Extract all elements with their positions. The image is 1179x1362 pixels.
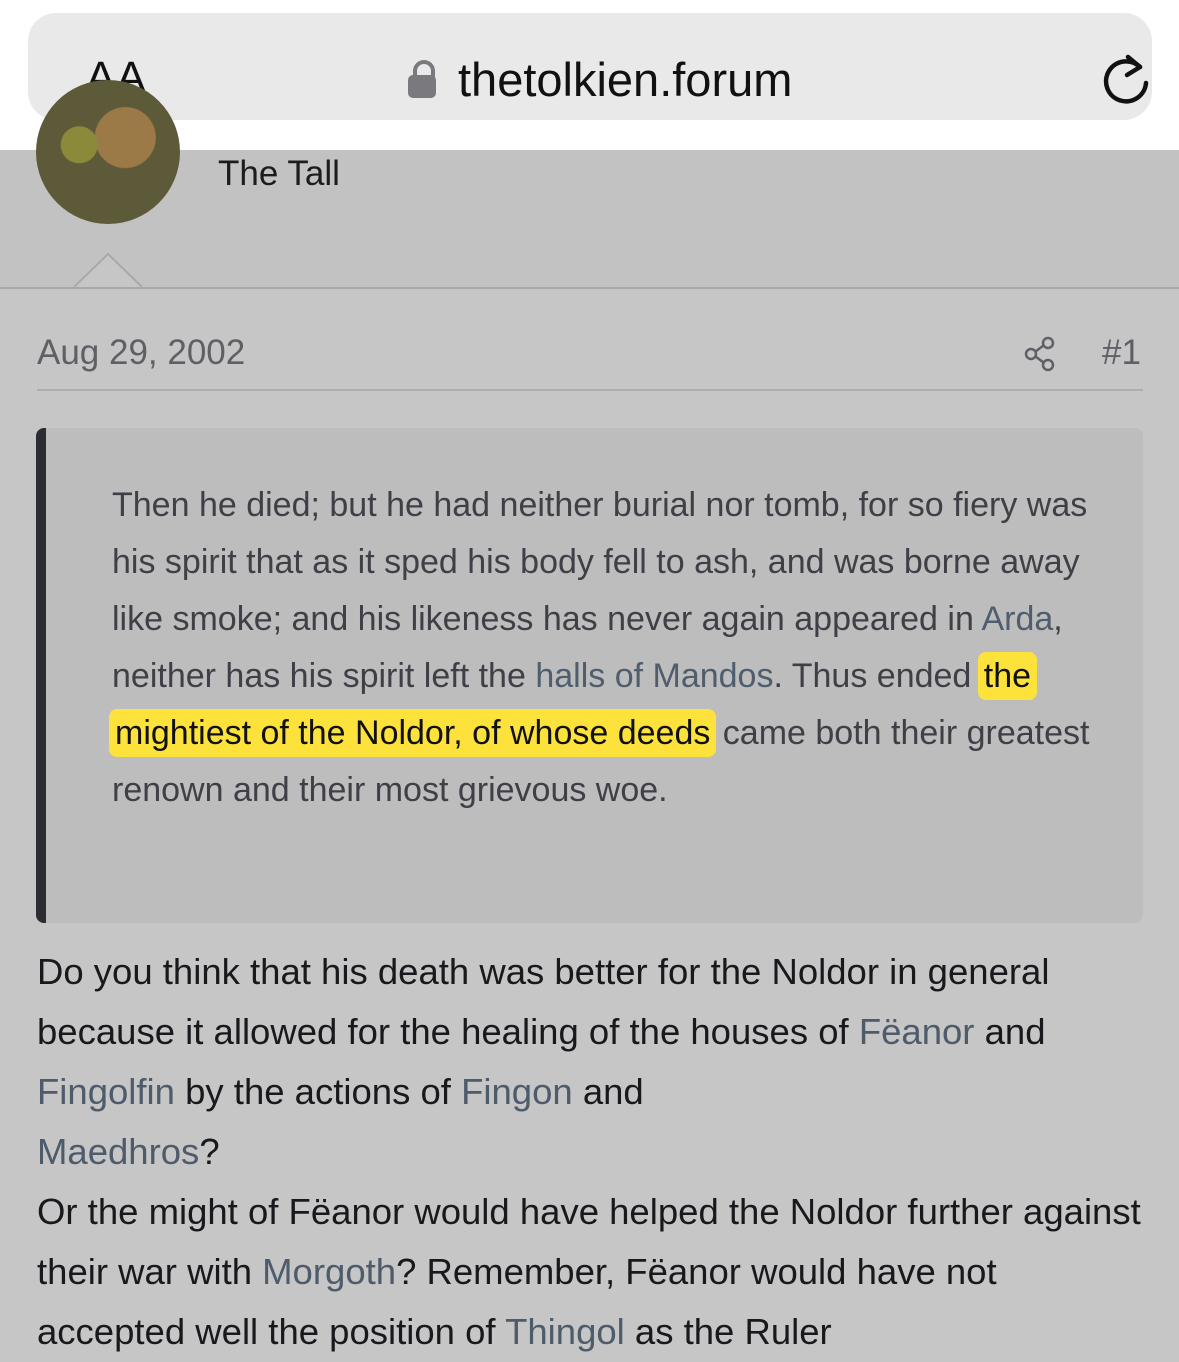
url-display[interactable]: thetolkien.forum [408,51,792,107]
address-bar[interactable]: AA thetolkien.forum [28,13,1152,120]
blockquote: Then he died; but he had neither burial … [36,428,1143,923]
link-halls-of-mandos[interactable]: halls of Mandos [535,657,773,695]
link-feanor[interactable]: Fëanor [859,1011,975,1052]
post-number[interactable]: #1 [1102,333,1141,373]
link-arda[interactable]: Arda [981,600,1053,638]
message-caret [74,252,143,288]
link-morgoth[interactable]: Morgoth [262,1251,396,1292]
divider [37,389,1143,391]
author-profile: The Tall [0,80,1179,289]
quote-bar [36,428,46,923]
browser-toolbar: AA thetolkien.forum [0,0,1179,150]
link-thingol[interactable]: Thingol [505,1311,625,1352]
link-maedhros[interactable]: Maedhros [37,1131,199,1172]
link-fingon[interactable]: Fingon [461,1071,573,1112]
link-fingolfin[interactable]: Fingolfin [37,1071,175,1112]
lock-icon [408,60,436,98]
quote-text: Then he died; but he had neither burial … [109,477,1102,819]
post-body: Do you think that his death was better f… [37,951,1141,1352]
avatar[interactable] [36,80,180,224]
post-date[interactable]: Aug 29, 2002 [37,333,245,373]
reload-icon[interactable] [1100,51,1152,107]
url-text: thetolkien.forum [458,52,793,106]
user-title: The Tall [218,154,340,193]
share-icon[interactable] [1024,336,1056,372]
